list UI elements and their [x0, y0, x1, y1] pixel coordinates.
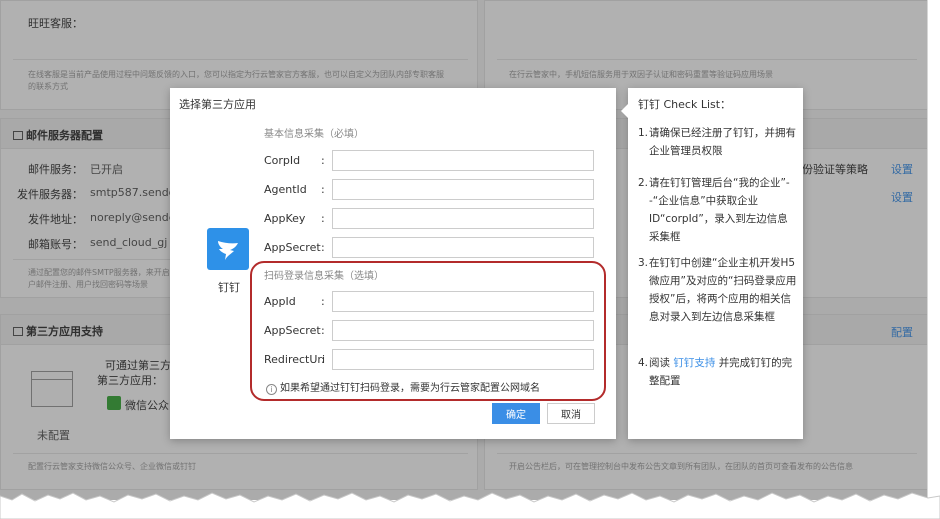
dingtalk-wing-icon — [218, 241, 238, 260]
checklist-item-text: 请在钉钉管理后台“我的企业”--“企业信息”中获取企业ID“corpId”，录入… — [649, 177, 790, 243]
domain-hint: i 如果希望通过钉钉扫码登录，需要为行云管家配置公网域名 — [266, 379, 540, 395]
appkey-input[interactable] — [332, 208, 594, 229]
checklist-item-2: 2. 请在钉钉管理后台“我的企业”--“企业信息”中获取企业ID“corpId”… — [638, 174, 798, 246]
dialog-title: 选择第三方应用 — [179, 98, 256, 111]
corpid-colon: : — [321, 154, 325, 167]
checklist-item-post: 并完成钉钉的完整配置 — [649, 357, 793, 387]
redirecturi-colon: : — [321, 353, 325, 366]
dingtalk-checklist-panel: 钉钉 Check List： 1. 请确保已经注册了钉钉，并拥有企业管理员权限 … — [621, 88, 803, 439]
checklist-item-3: 3. 在钉钉中创建“企业主机开发H5微应用”及对应的“扫码登录应用授权”后，将两… — [638, 254, 798, 326]
checklist-item-1: 1. 请确保已经注册了钉钉，并拥有企业管理员权限 — [638, 124, 798, 160]
scan-login-section-label: 扫码登录信息采集（选填） — [264, 271, 384, 282]
checklist-item-number: 1. — [638, 127, 649, 139]
scan-appid-input[interactable] — [332, 291, 594, 312]
confirm-button[interactable]: 确定 — [492, 403, 540, 424]
redirecturi-input[interactable] — [332, 349, 594, 370]
appsecret-colon: : — [321, 241, 325, 254]
appkey-label: AppKey — [264, 212, 306, 225]
scan-appsecret-label: AppSecret — [264, 324, 321, 337]
appkey-colon: : — [321, 212, 325, 225]
redirecturi-label: RedirectUri — [264, 353, 325, 366]
basic-info-section-label: 基本信息采集（必填） — [264, 129, 364, 140]
agentid-input[interactable] — [332, 179, 594, 200]
dingtalk-logo-icon[interactable] — [207, 228, 249, 270]
cancel-button[interactable]: 取消 — [547, 403, 595, 424]
checklist-title: 钉钉 Check List： — [638, 98, 732, 111]
checklist-item-number: 2. — [638, 177, 649, 189]
scan-appsecret-input[interactable] — [332, 320, 594, 341]
third-party-app-dialog: 选择第三方应用 钉钉 基本信息采集（必填） CorpId : AgentId :… — [170, 88, 616, 439]
agentid-colon: : — [321, 183, 325, 196]
checklist-item-text: 在钉钉中创建“企业主机开发H5微应用”及对应的“扫码登录应用授权”后，将两个应用… — [649, 257, 797, 323]
agentid-label: AgentId — [264, 183, 307, 196]
info-icon: i — [266, 384, 277, 395]
appsecret-label: AppSecret — [264, 241, 321, 254]
torn-edge — [0, 492, 940, 519]
scan-appid-label: AppId — [264, 295, 296, 308]
corpid-label: CorpId — [264, 154, 301, 167]
checklist-item-number: 4. — [638, 357, 649, 369]
checklist-item-4: 4. 阅读 钉钉支持 并完成钉钉的完整配置 — [638, 354, 798, 390]
checklist-item-text: 阅读 钉钉支持 并完成钉钉的完整配置 — [649, 354, 798, 390]
dingtalk-support-link[interactable]: 钉钉支持 — [673, 357, 715, 369]
appsecret-input[interactable] — [332, 237, 594, 258]
scan-appsecret-colon: : — [321, 324, 325, 337]
checklist-item-number: 3. — [638, 257, 649, 269]
domain-hint-text: 如果希望通过钉钉扫码登录，需要为行云管家配置公网域名 — [280, 383, 540, 394]
checklist-item-pre: 阅读 — [649, 357, 670, 369]
dingtalk-app-name: 钉钉 — [218, 281, 240, 294]
scan-appid-colon: : — [321, 295, 325, 308]
corpid-input[interactable] — [332, 150, 594, 171]
checklist-item-text: 请确保已经注册了钉钉，并拥有企业管理员权限 — [649, 127, 796, 157]
